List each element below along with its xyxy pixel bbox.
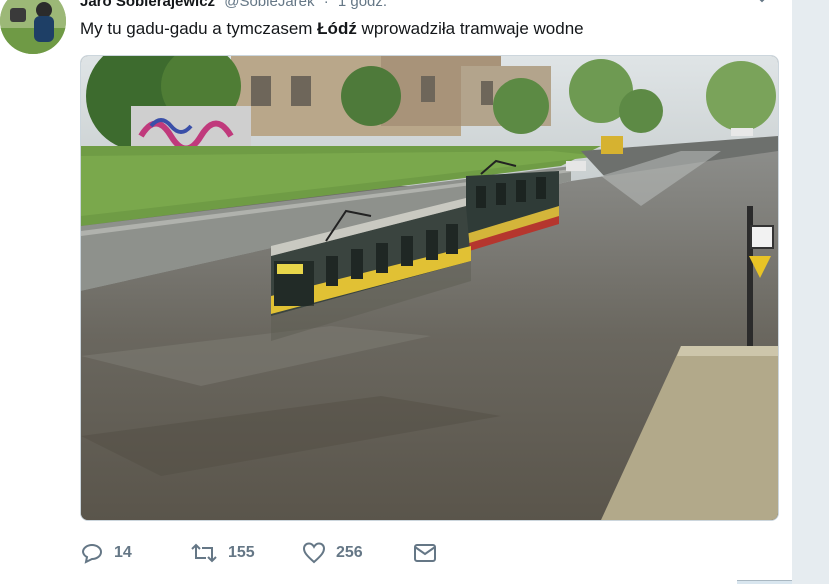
author-handle[interactable]: @SobieJarek — [224, 0, 314, 10]
tweet-text: My tu gadu-gadu a tymczasem Łódź wprowad… — [80, 18, 584, 40]
retweet-icon — [191, 543, 217, 563]
tweet-text-after: wprowadziła tramwaje wodne — [356, 19, 584, 38]
header-separator: · — [323, 0, 329, 10]
direct-message-button[interactable] — [413, 538, 437, 568]
flooded-tram-photo — [81, 56, 778, 520]
tweet-text-bold: Łódź — [317, 19, 357, 38]
reply-icon — [81, 544, 102, 564]
tweet-header: Jaro Sobierajewicz @SobieJarek · 1 godz. — [80, 0, 387, 12]
page-background-strip — [792, 0, 829, 584]
tweet-menu-button[interactable] — [752, 0, 772, 8]
envelope-icon — [414, 544, 436, 562]
like-button[interactable]: 256 — [302, 538, 363, 568]
retweet-button[interactable]: 155 — [190, 538, 255, 568]
tweet-photo[interactable] — [80, 55, 779, 521]
like-count: 256 — [336, 544, 363, 561]
tweet-actions: 14 155 256 — [80, 538, 540, 568]
tweet-card[interactable]: Jaro Sobierajewicz @SobieJarek · 1 godz.… — [0, 0, 792, 584]
tweet-timestamp[interactable]: 1 godz. — [338, 0, 387, 10]
heart-icon — [302, 542, 326, 564]
reply-count: 14 — [114, 544, 132, 561]
retweet-count: 155 — [228, 544, 255, 561]
user-avatar-icon — [0, 0, 66, 54]
author-name[interactable]: Jaro Sobierajewicz — [80, 0, 215, 10]
bottom-edge-tab — [737, 580, 792, 584]
tweet-text-before: My tu gadu-gadu a tymczasem — [80, 19, 318, 38]
chevron-down-icon — [759, 0, 765, 3]
author-avatar[interactable] — [0, 0, 66, 54]
reply-button[interactable]: 14 — [80, 538, 132, 568]
